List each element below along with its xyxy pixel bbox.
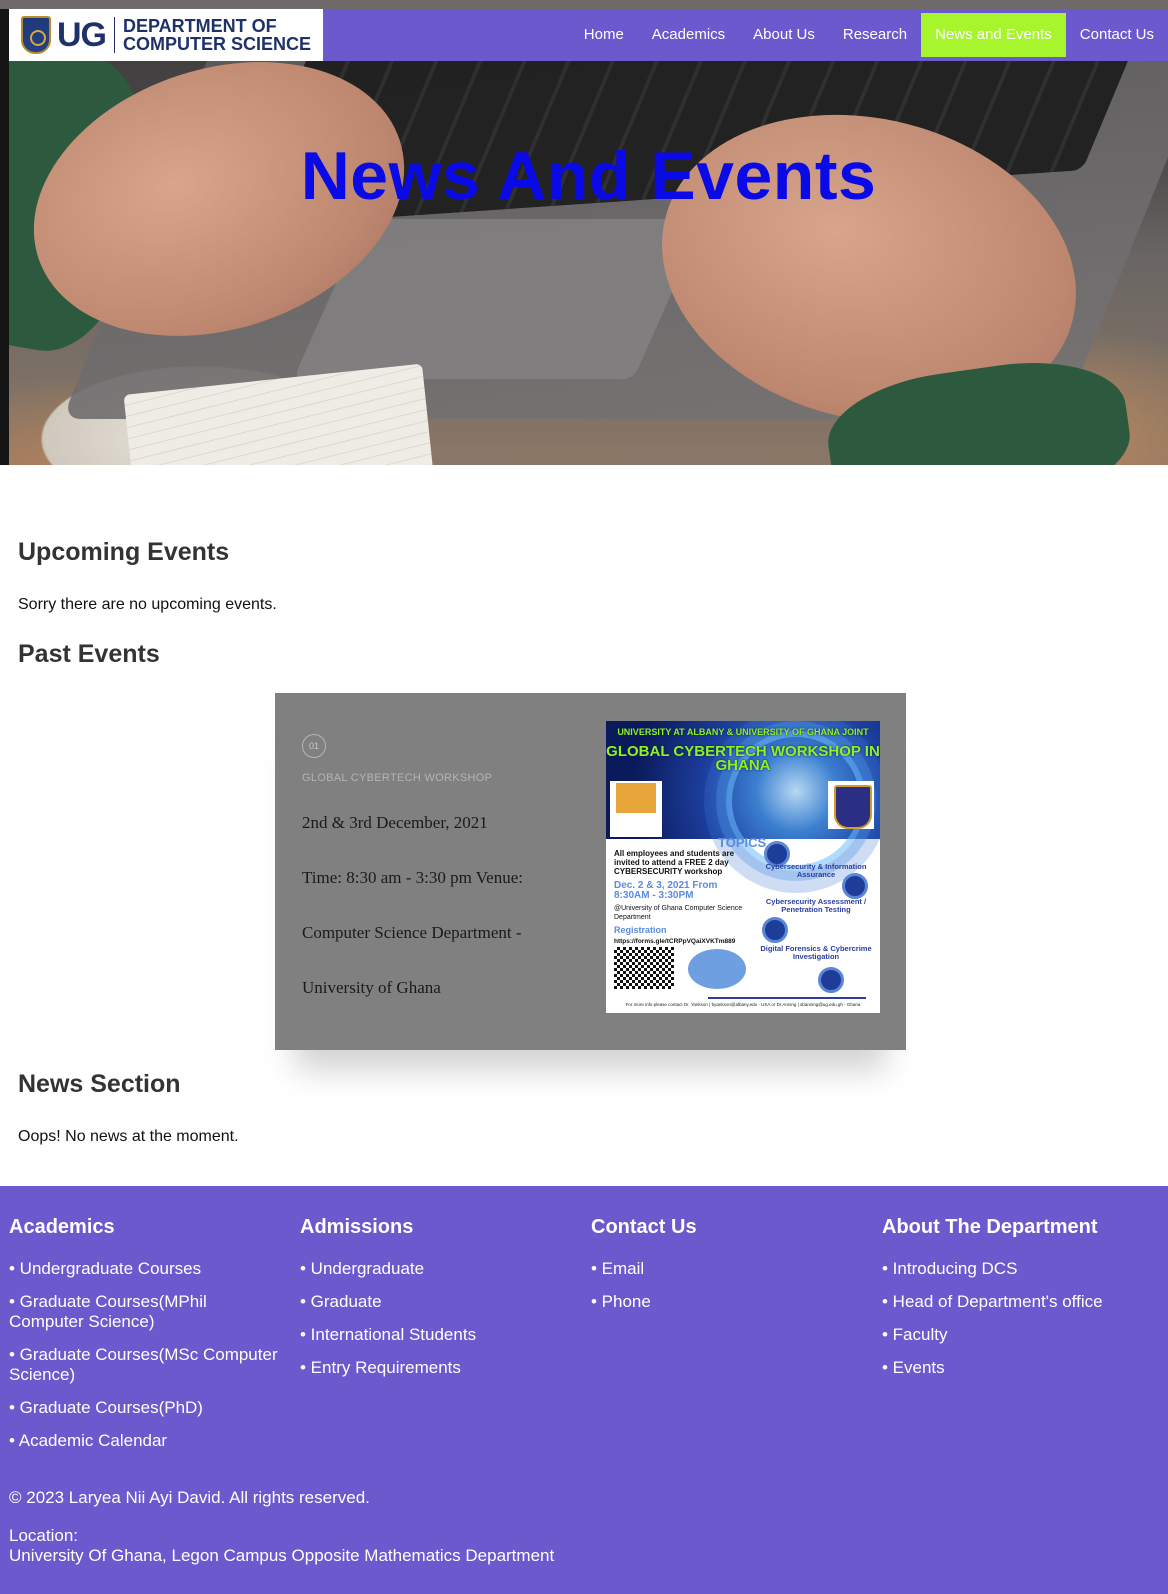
event-venue-line1: Computer Science Department - (302, 923, 522, 942)
university-crest-icon (21, 16, 51, 54)
top-strip (0, 0, 1168, 9)
upcoming-events-heading: Upcoming Events (18, 538, 230, 566)
nav-academics[interactable]: Academics (638, 13, 739, 57)
footer-link-hod-office[interactable]: • Head of Department's office (882, 1292, 1162, 1312)
footer-link-events[interactable]: • Events (882, 1358, 1162, 1378)
event-number-badge: 01 (302, 734, 326, 758)
nav-contact-us[interactable]: Contact Us (1066, 13, 1168, 57)
event-time: Time: 8:30 am - 3:30 pm Venue: (302, 868, 523, 887)
poster-location: @University of Ghana Computer Science De… (614, 905, 743, 921)
ug-crest-icon (828, 781, 874, 829)
nav-news-and-events[interactable]: News and Events (921, 13, 1066, 57)
poster-node-icon (842, 873, 868, 899)
upcoming-events-message: Sorry there are no upcoming events. (18, 596, 277, 613)
poster-note-bubble (688, 949, 746, 989)
poster-header-small: UNIVERSITY AT ALBANY & UNIVERSITY OF GHA… (617, 727, 869, 737)
poster-node-icon (762, 917, 788, 943)
poster-invite-text: All employees and students are invited t… (614, 849, 735, 876)
logo-dept-line2: COMPUTER SCIENCE (123, 34, 312, 54)
event-tag: GLOBAL CYBERTECH WORKSHOP (302, 772, 493, 784)
nav-research[interactable]: Research (829, 13, 921, 57)
footer-link-phd[interactable]: • Graduate Courses(PhD) (9, 1398, 279, 1418)
footer-location-value: University Of Ghana, Legon Campus Opposi… (9, 1546, 555, 1565)
footer-link-email[interactable]: • Email (591, 1259, 861, 1279)
footer-col-academics: Academics • Undergraduate Courses • Grad… (9, 1216, 279, 1464)
footer-copyright: © 2023 Laryea Nii Ayi David. All rights … (9, 1488, 370, 1507)
main-nav: Home Academics About Us Research News an… (570, 9, 1168, 61)
nav-about-us[interactable]: About Us (739, 13, 829, 57)
event-date: 2nd & 3rd December, 2021 (302, 813, 488, 832)
poster-registration-label: Registration (614, 925, 667, 935)
footer-about-heading: About The Department (882, 1216, 1098, 1238)
poster-header-big: GLOBAL CYBERTECH WORKSHOP IN GHANA (606, 743, 880, 774)
footer-link-mphil[interactable]: • Graduate Courses(MPhil Computer Scienc… (9, 1292, 279, 1332)
page-title: News And Events (300, 138, 877, 214)
poster-topics-label: TOPICS (718, 835, 767, 850)
footer-link-undergraduate[interactable]: • Undergraduate (300, 1259, 570, 1279)
poster-divider (708, 997, 866, 999)
footer-link-graduate[interactable]: • Graduate (300, 1292, 570, 1312)
logo-department-name: DEPARTMENT OF COMPUTER SCIENCE (123, 17, 311, 53)
footer-link-faculty[interactable]: • Faculty (882, 1325, 1162, 1345)
footer-link-academic-calendar[interactable]: • Academic Calendar (9, 1431, 279, 1451)
logo-dept-line1: DEPARTMENT OF (123, 16, 277, 36)
albany-logo-icon (610, 781, 662, 837)
footer-link-introducing-dcs[interactable]: • Introducing DCS (882, 1259, 1162, 1279)
event-venue-line2: University of Ghana (302, 978, 441, 997)
news-section-message: Oops! No news at the moment. (18, 1128, 239, 1145)
poster-date: Dec. 2 & 3, 2021 From 8:30AM - 3:30PM (614, 880, 718, 901)
site-logo[interactable]: UG DEPARTMENT OF COMPUTER SCIENCE (9, 9, 323, 61)
poster-topic-2: Cybersecurity Assessment / Penetration T… (765, 897, 867, 914)
past-events-heading: Past Events (18, 640, 160, 668)
poster-topic-3: Digital Forensics & Cybercrime Investiga… (760, 944, 872, 961)
poster-contact-footer: For more info please contact Dr. Yankson… (625, 1002, 861, 1007)
logo-ug-text: UG (57, 15, 107, 54)
left-edge (0, 9, 9, 465)
news-section-heading: News Section (18, 1070, 181, 1098)
nav-home[interactable]: Home (570, 13, 638, 57)
event-card[interactable]: 01 GLOBAL CYBERTECH WORKSHOP 2nd & 3rd D… (275, 693, 906, 1050)
footer-link-phone[interactable]: • Phone (591, 1292, 861, 1312)
navbar: UG DEPARTMENT OF COMPUTER SCIENCE Home A… (9, 9, 1168, 61)
hero-banner: News And Events (9, 9, 1168, 465)
footer-admissions-heading: Admissions (300, 1216, 414, 1238)
footer-link-msc[interactable]: • Graduate Courses(MSc Computer Science) (9, 1345, 279, 1385)
footer-academics-heading: Academics (9, 1216, 115, 1238)
footer-contact-heading: Contact Us (591, 1216, 697, 1238)
event-poster-image[interactable]: UNIVERSITY AT ALBANY & UNIVERSITY OF GHA… (606, 721, 880, 1013)
footer-col-admissions: Admissions • Undergraduate • Graduate • … (300, 1216, 570, 1391)
logo-divider (114, 17, 115, 53)
footer-link-undergraduate-courses[interactable]: • Undergraduate Courses (9, 1259, 279, 1279)
footer-link-international-students[interactable]: • International Students (300, 1325, 570, 1345)
poster-node-icon (818, 967, 844, 993)
poster-registration-url: https://forms.gle/tCRPpVQaiXVKTm889 (614, 938, 736, 945)
qr-code-icon (614, 947, 674, 989)
footer: Academics • Undergraduate Courses • Grad… (0, 1186, 1168, 1594)
footer-col-contact: Contact Us • Email • Phone (591, 1216, 861, 1325)
footer-link-entry-requirements[interactable]: • Entry Requirements (300, 1358, 570, 1378)
footer-location-label: Location: (9, 1526, 78, 1545)
footer-col-about: About The Department • Introducing DCS •… (882, 1216, 1162, 1391)
